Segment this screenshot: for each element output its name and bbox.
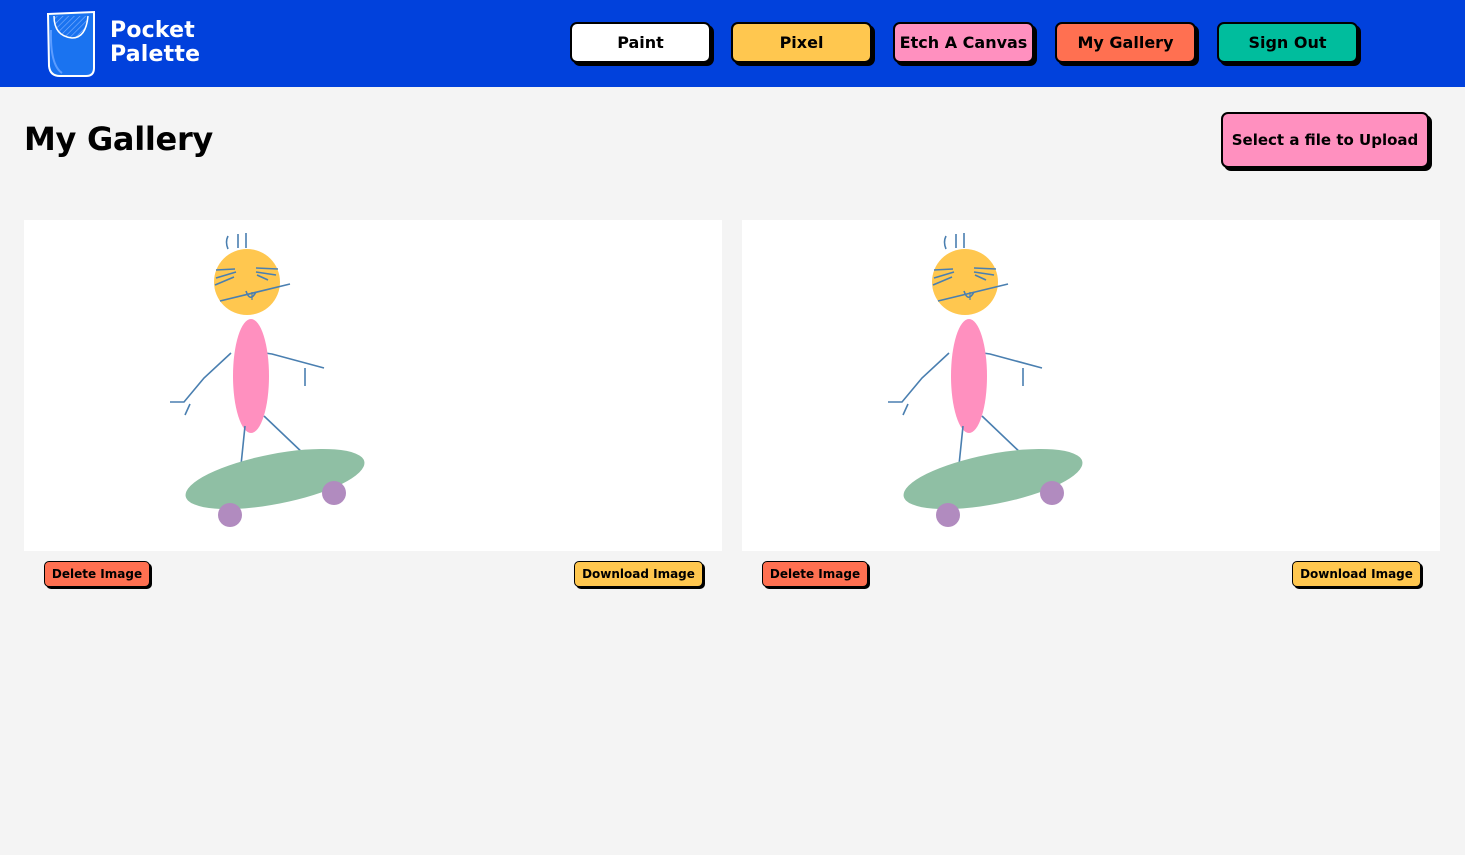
nav-sign-out-button[interactable]: Sign Out — [1217, 22, 1358, 63]
delete-image-button[interactable]: Delete Image — [44, 561, 150, 587]
brand-name-line2: Palette — [110, 42, 201, 67]
brand-name: Pocket Palette — [110, 19, 200, 67]
nav-etch-a-canvas-button[interactable]: Etch A Canvas — [893, 22, 1034, 63]
nav-my-gallery-button[interactable]: My Gallery — [1055, 22, 1196, 63]
upload-file-button[interactable]: Select a file to Upload — [1221, 112, 1429, 168]
brand-name-line1: Pocket — [110, 18, 195, 43]
nav-pixel-button[interactable]: Pixel — [731, 22, 872, 63]
top-navigation-bar: Pocket Palette Paint Pixel Etch A Canvas… — [0, 0, 1465, 87]
gallery-image-skateboarder — [170, 233, 365, 527]
page-title: My Gallery — [24, 120, 213, 158]
nav-paint-button[interactable]: Paint — [570, 22, 711, 63]
download-image-button[interactable]: Download Image — [574, 561, 703, 587]
delete-image-button[interactable]: Delete Image — [762, 561, 868, 587]
download-image-button[interactable]: Download Image — [1292, 561, 1421, 587]
brand-logo[interactable]: Pocket Palette — [46, 10, 216, 78]
gallery-image-card — [24, 220, 722, 551]
gallery-image-skateboarder — [888, 233, 1083, 527]
gallery-image-card — [742, 220, 1440, 551]
pocket-icon — [46, 10, 95, 77]
